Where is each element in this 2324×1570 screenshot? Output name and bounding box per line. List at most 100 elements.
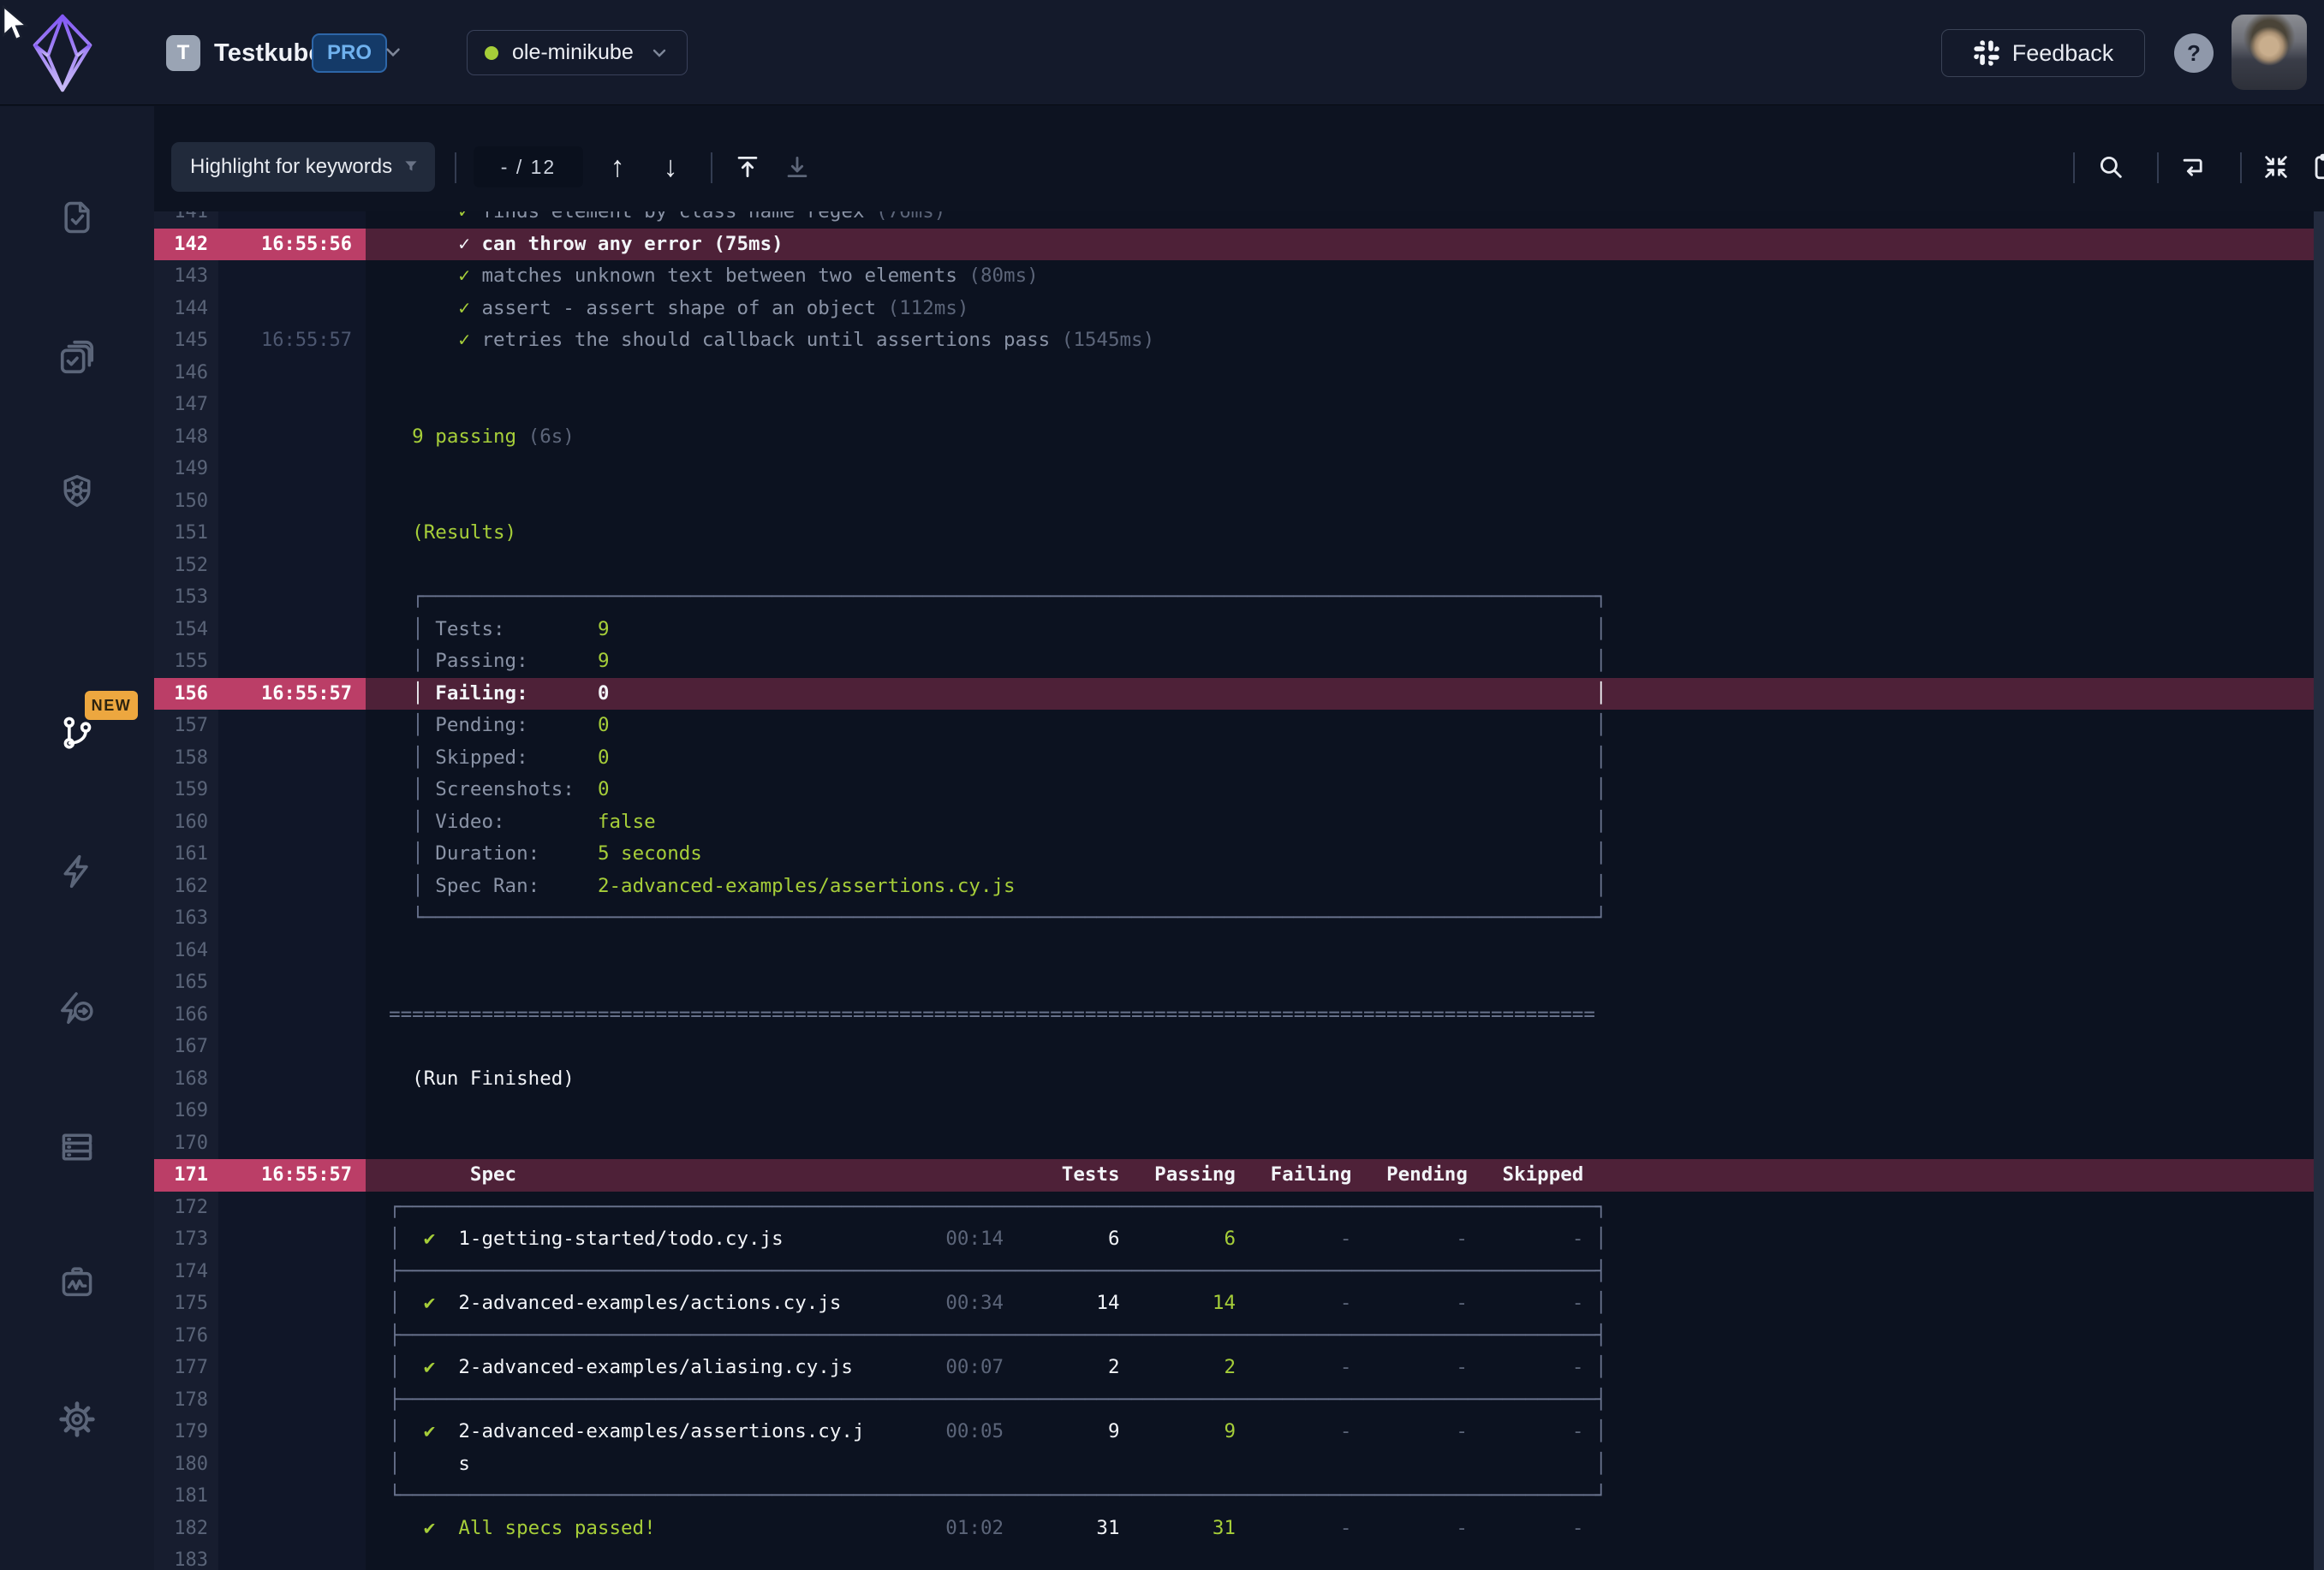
sidebar-item-tests[interactable] [0,179,154,256]
log-line[interactable]: 17116:55:57 Spec Tests Passing Failing P… [154,1159,2314,1192]
log-line[interactable]: 150 [154,485,2314,518]
line-number: 159 [154,774,218,806]
log-line[interactable]: 162 │ Spec Ran: 2-advanced-examples/asse… [154,871,2314,903]
line-timestamp [218,453,366,485]
log-line[interactable]: 159 │ Screenshots: 0 │ [154,774,2314,806]
word-wrap-icon [2178,152,2208,181]
log-line[interactable]: 176 ├───────────────────────────────────… [154,1320,2314,1353]
sidebar-item-webhooks[interactable] [0,971,154,1048]
environment-selector[interactable]: ole-minikube [467,30,688,75]
line-number: 181 [154,1480,218,1513]
line-timestamp [218,838,366,871]
line-content: └───────────────────────────────────────… [366,1480,2314,1513]
log-line[interactable]: 178 ├───────────────────────────────────… [154,1384,2314,1417]
log-line[interactable]: 143 ✓ matches unknown text between two e… [154,260,2314,293]
copy-log-button[interactable] [2303,146,2324,188]
log-line[interactable]: 148 9 passing (6s) [154,421,2314,454]
log-line[interactable]: 180 │ s │ [154,1448,2314,1481]
log-line[interactable]: 160 │ Video: false │ [154,806,2314,839]
log-line[interactable]: 154 │ Tests: 9 │ [154,614,2314,646]
log-line[interactable]: 182 ✔ All specs passed! 01:02 31 31 - - … [154,1513,2314,1545]
log-line[interactable]: 15616:55:57 │ Failing: 0 │ [154,678,2314,711]
line-number: 147 [154,389,218,421]
line-content [366,935,2314,967]
line-number: 168 [154,1063,218,1096]
log-line[interactable]: 181 └───────────────────────────────────… [154,1480,2314,1513]
log-line[interactable]: 170 [154,1127,2314,1160]
line-content: │ Spec Ran: 2-advanced-examples/assertio… [366,871,2314,903]
line-content: │ Failing: 0 │ [366,678,2314,711]
log-line[interactable]: 14216:55:56 ✓ can throw any error (75ms) [154,229,2314,261]
new-feature-badge: NEW [85,691,138,720]
log-line[interactable]: 14516:55:57 ✓ retries the should callbac… [154,324,2314,357]
line-number: 171 [154,1159,218,1192]
vertical-scrollbar[interactable] [2314,211,2324,1570]
line-number: 175 [154,1288,218,1320]
line-timestamp [218,966,366,999]
org-name[interactable]: Testkube [214,35,323,71]
org-avatar[interactable]: T [166,35,200,71]
scroll-to-top-button[interactable] [726,146,769,188]
env-status-dot [485,46,498,60]
log-line[interactable]: 149 [154,453,2314,485]
log-line[interactable]: 167 [154,1031,2314,1063]
log-line[interactable]: 179 │ ✔ 2-advanced-examples/assertions.c… [154,1416,2314,1448]
org-chevron-down-icon[interactable] [382,41,404,63]
line-timestamp [218,389,366,421]
prev-match-button[interactable]: ↑ [596,146,639,188]
help-button[interactable]: ? [2174,33,2214,73]
log-line[interactable]: 165 [154,966,2314,999]
log-line[interactable]: 152 [154,550,2314,582]
next-match-button[interactable]: ↓ [649,146,692,188]
sidebar-item-test-suites[interactable] [0,318,154,395]
scroll-to-bottom-button[interactable] [776,146,819,188]
log-line[interactable]: 153 ┌───────────────────────────────────… [154,581,2314,614]
git-branch-icon [58,715,96,752]
line-number: 180 [154,1448,218,1481]
log-search-button[interactable] [2089,146,2132,188]
line-content: │ Screenshots: 0 │ [366,774,2314,806]
log-line[interactable]: 166 ====================================… [154,999,2314,1032]
line-number: 172 [154,1192,218,1224]
user-avatar[interactable] [2232,15,2307,90]
keyword-highlight-input[interactable]: Highlight for keywords [171,142,435,192]
log-line[interactable]: 169 [154,1095,2314,1127]
log-line[interactable]: 157 │ Pending: 0 │ [154,710,2314,742]
log-line[interactable]: 175 │ ✔ 2-advanced-examples/actions.cy.j… [154,1288,2314,1320]
feedback-button[interactable]: Feedback [1941,29,2145,77]
sidebar-item-settings[interactable] [0,1381,154,1458]
log-line[interactable]: 163 └───────────────────────────────────… [154,902,2314,935]
sidebar-item-storage[interactable] [0,1109,154,1186]
log-line[interactable]: 158 │ Skipped: 0 │ [154,742,2314,775]
line-content [366,389,2314,421]
sidebar-item-triggers[interactable] [0,833,154,910]
log-line[interactable]: 177 │ ✔ 2-advanced-examples/aliasing.cy.… [154,1352,2314,1384]
log-line[interactable]: 147 [154,389,2314,421]
log-lines: 141 ✓ finds element by class name regex … [154,211,2314,1570]
collapse-view-button[interactable] [2255,146,2297,188]
log-line[interactable]: 183 [154,1544,2314,1570]
log-line[interactable]: 146 [154,357,2314,390]
sidebar-item-status[interactable] [0,1245,154,1322]
sidebar-item-executors[interactable] [0,453,154,530]
log-line[interactable]: 144 ✓ assert - assert shape of an object… [154,293,2314,325]
line-timestamp [218,1352,366,1384]
line-content: │ Duration: 5 seconds │ [366,838,2314,871]
log-line[interactable]: 161 │ Duration: 5 seconds │ [154,838,2314,871]
log-line[interactable]: 168 (Run Finished) [154,1063,2314,1096]
line-timestamp [218,645,366,678]
line-content: Spec Tests Passing Failing Pending Skipp… [366,1159,2314,1192]
line-content: ✔ All specs passed! 01:02 31 31 - - - [366,1513,2314,1545]
log-line[interactable]: 174 ├───────────────────────────────────… [154,1256,2314,1288]
word-wrap-button[interactable] [2172,146,2214,188]
line-timestamp [218,871,366,903]
log-line[interactable]: 172 ┌───────────────────────────────────… [154,1192,2314,1224]
log-line[interactable]: 151 (Results) [154,517,2314,550]
log-line[interactable]: 173 │ ✔ 1-getting-started/todo.cy.js 00:… [154,1223,2314,1256]
log-line[interactable]: 164 [154,935,2314,967]
line-number: 163 [154,902,218,935]
log-line[interactable]: 141 ✓ finds element by class name regex … [154,211,2314,229]
filter-funnel-icon[interactable] [402,156,420,178]
testkube-logo-icon[interactable] [31,12,94,94]
log-line[interactable]: 155 │ Passing: 9 │ [154,645,2314,678]
